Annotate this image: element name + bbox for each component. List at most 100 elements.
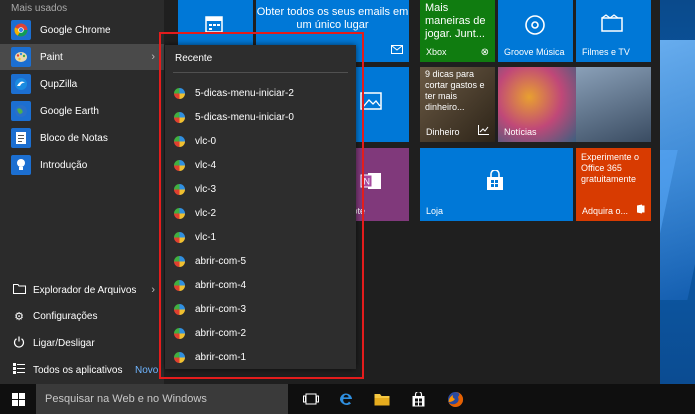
paint-file-icon (174, 327, 185, 339)
recent-item[interactable]: abrir-com-1 (165, 345, 356, 369)
gear-icon: ⚙ (14, 310, 24, 323)
firefox-icon[interactable] (444, 389, 466, 409)
notepad-icon (11, 128, 31, 148)
qupzilla-icon (11, 74, 31, 94)
recent-item[interactable]: abrir-com-2 (165, 321, 356, 345)
system-item-label: Ligar/Desligar (33, 337, 95, 349)
recent-jumplist: Recente 5-dicas-menu-iniciar-2 5-dicas-m… (165, 45, 356, 369)
recent-item-label: vlc-2 (195, 207, 217, 219)
edge-icon[interactable] (335, 389, 357, 409)
xbox-label: Xbox (426, 47, 447, 57)
money-label: Dinheiro (426, 127, 460, 137)
system-item-label: Explorador de Arquivos (33, 284, 137, 296)
money-tile[interactable]: 9 dicas para cortar gastos e ter mais di… (420, 67, 495, 142)
jumplist-title: Recente (175, 53, 213, 64)
xbox-icon: ⊗ (480, 47, 489, 58)
settings-item[interactable]: ⚙ Configurações (0, 304, 164, 328)
recent-item-label: abrir-com-5 (195, 255, 247, 267)
calendar-icon (204, 14, 224, 39)
paint-file-icon (174, 351, 185, 363)
file-explorer-taskbar-icon[interactable] (371, 389, 393, 409)
app-item-google-chrome[interactable]: Google Chrome (0, 17, 164, 43)
app-label: Google Earth (40, 105, 99, 117)
xbox-tile[interactable]: Mais maneiras de jogar. Junt... Xbox ⊗ (420, 0, 495, 62)
recent-item-label: 5-dicas-menu-iniciar-2 (195, 87, 294, 99)
recent-item[interactable]: vlc-2 (165, 201, 356, 225)
lightbulb-icon (11, 155, 31, 175)
taskbar (0, 384, 695, 414)
recent-item[interactable]: vlc-1 (165, 225, 356, 249)
news-tile[interactable]: Notícias (498, 67, 651, 142)
chart-icon (478, 125, 489, 138)
paint-file-icon (174, 183, 185, 195)
start-button[interactable] (0, 384, 36, 414)
app-item-paint[interactable]: Paint › (0, 44, 164, 70)
store-taskbar-icon[interactable] (407, 389, 429, 409)
paint-file-icon (174, 87, 185, 99)
xbox-tile-text: Mais maneiras de jogar. Junt... (425, 2, 486, 40)
recent-item[interactable]: 5-dicas-menu-iniciar-2 (165, 81, 356, 105)
system-item-label: Configurações (33, 310, 98, 322)
start-app-list: Mais usados Google Chrome Paint › QupZil… (0, 0, 164, 384)
app-item-notepad[interactable]: Bloco de Notas (0, 125, 164, 151)
office-tile-text: Experimente o Office 365 gratuitamente (581, 152, 640, 184)
recent-item-label: abrir-com-2 (195, 327, 247, 339)
jumplist-divider (173, 72, 348, 73)
recent-item[interactable]: abrir-com-4 (165, 273, 356, 297)
office-tile[interactable]: Experimente o Office 365 gratuitamente A… (576, 148, 651, 221)
search-box[interactable] (36, 384, 288, 414)
paint-file-icon (174, 135, 185, 147)
new-badge: Novo (135, 364, 159, 376)
store-tile[interactable]: Loja (420, 148, 573, 221)
mail-tile-text: Obter todos os seus emails em um único l… (256, 6, 409, 31)
chevron-right-icon[interactable]: › (151, 51, 155, 63)
app-label: Bloco de Notas (40, 132, 108, 144)
all-apps-item[interactable]: Todos os aplicativos Novo (0, 358, 164, 382)
recent-item-label: abrir-com-1 (195, 351, 247, 363)
app-item-qupzilla[interactable]: QupZilla (0, 71, 164, 97)
money-tile-text: 9 dicas para cortar gastos e ter mais di… (425, 69, 485, 112)
recent-item[interactable]: vlc-3 (165, 177, 356, 201)
list-icon (12, 363, 26, 377)
search-input[interactable] (45, 392, 280, 406)
groove-music-tile[interactable]: Groove Música (498, 0, 573, 62)
office-icon (636, 204, 645, 217)
groove-music-icon (524, 14, 546, 41)
recent-item-label: vlc-1 (195, 231, 217, 243)
paint-file-icon (174, 231, 185, 243)
chrome-icon (11, 20, 31, 40)
recent-item-label: abrir-com-3 (195, 303, 247, 315)
task-view-icon[interactable] (300, 389, 322, 409)
recent-item[interactable]: abrir-com-3 (165, 297, 356, 321)
onenote-icon: N (360, 170, 382, 197)
store-label: Loja (426, 206, 444, 216)
news-label: Notícias (504, 127, 537, 137)
store-icon (484, 169, 506, 197)
windows-logo-icon (11, 392, 25, 406)
app-item-google-earth[interactable]: Google Earth (0, 98, 164, 124)
news-tile-image-right (576, 67, 651, 142)
paint-file-icon (174, 111, 185, 123)
app-label: QupZilla (40, 78, 78, 90)
recent-item-label: abrir-com-4 (195, 279, 247, 291)
svg-text:N: N (364, 177, 371, 187)
movies-tile[interactable]: Filmes e TV (576, 0, 651, 62)
recent-item[interactable]: abrir-com-5 (165, 249, 356, 273)
recent-item[interactable]: vlc-4 (165, 153, 356, 177)
paint-file-icon (174, 159, 185, 171)
paint-file-icon (174, 303, 185, 315)
power-item[interactable]: Ligar/Desligar (0, 331, 164, 355)
paint-file-icon (174, 207, 185, 219)
file-explorer-item[interactable]: Explorador de Arquivos › (0, 278, 164, 302)
google-earth-icon (11, 101, 31, 121)
mail-icon (391, 45, 403, 57)
paint-icon (11, 47, 31, 67)
app-label: Introdução (40, 159, 88, 171)
recent-item[interactable]: vlc-0 (165, 129, 356, 153)
office-label: Adquira o... (582, 206, 629, 216)
chevron-right-icon[interactable]: › (151, 284, 155, 296)
app-item-introducao[interactable]: Introdução (0, 152, 164, 178)
film-icon (601, 14, 623, 37)
recent-item[interactable]: 5-dicas-menu-iniciar-0 (165, 105, 356, 129)
recent-item-label: 5-dicas-menu-iniciar-0 (195, 111, 294, 123)
